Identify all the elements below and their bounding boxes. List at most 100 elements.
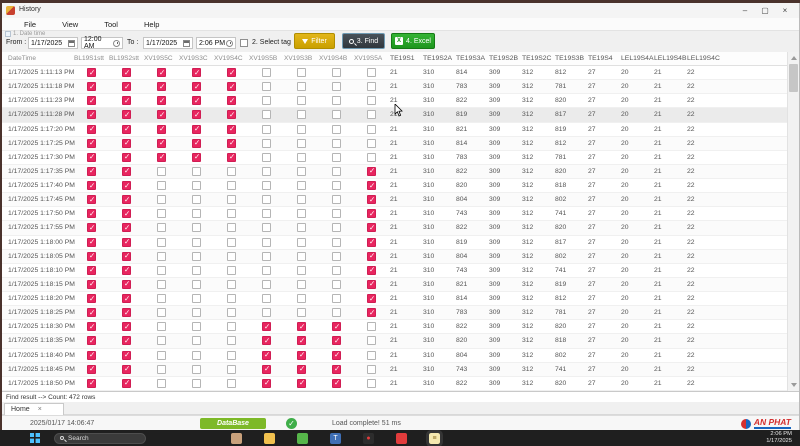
column-header-xv19s5a[interactable]: XV19S5A <box>354 55 389 62</box>
table-row[interactable]: 1/17/2025 1:17:40 PM21310820309312818272… <box>2 179 787 193</box>
cell-checkbox[interactable] <box>297 68 306 77</box>
cell-checkbox[interactable] <box>122 110 131 119</box>
cell-checkbox[interactable] <box>262 209 271 218</box>
to-time-field[interactable]: 2:06 PM <box>196 37 236 49</box>
tia-portal-icon[interactable]: T <box>330 433 341 444</box>
cell-checkbox[interactable] <box>192 252 201 261</box>
cell-checkbox[interactable] <box>332 82 341 91</box>
cell-checkbox[interactable] <box>122 181 131 190</box>
cell-checkbox[interactable] <box>262 336 271 345</box>
cell-checkbox[interactable] <box>157 308 166 317</box>
cell-checkbox[interactable] <box>157 252 166 261</box>
cell-checkbox[interactable] <box>87 266 96 275</box>
cell-checkbox[interactable] <box>262 308 271 317</box>
cell-checkbox[interactable] <box>87 96 96 105</box>
cell-checkbox[interactable] <box>332 68 341 77</box>
cell-checkbox[interactable] <box>122 336 131 345</box>
cell-checkbox[interactable] <box>87 125 96 134</box>
column-header-xv19s3c[interactable]: XV19S3C <box>179 55 214 62</box>
cell-checkbox[interactable] <box>332 209 341 218</box>
cell-checkbox[interactable] <box>227 82 236 91</box>
table-row[interactable]: 1/17/2025 1:18:30 PM21310822309312820272… <box>2 320 787 334</box>
menu-item-view[interactable]: View <box>49 20 91 29</box>
cell-checkbox[interactable] <box>122 280 131 289</box>
cell-checkbox[interactable] <box>332 139 341 148</box>
cell-checkbox[interactable] <box>192 110 201 119</box>
date-time-group-checkbox[interactable] <box>5 31 11 37</box>
cell-checkbox[interactable] <box>87 110 96 119</box>
cell-checkbox[interactable] <box>297 238 306 247</box>
tab-close-icon[interactable]: × <box>38 406 42 413</box>
column-header-xv19s3b[interactable]: XV19S3B <box>284 55 319 62</box>
cell-checkbox[interactable] <box>262 322 271 331</box>
user-icon[interactable] <box>231 433 242 444</box>
select-tag-checkbox[interactable] <box>240 39 248 47</box>
column-header-lel19s4a[interactable]: LEL19S4A <box>620 55 653 62</box>
menu-item-file[interactable]: File <box>2 20 49 29</box>
cell-checkbox[interactable] <box>262 153 271 162</box>
column-header-bl19s1stt[interactable]: BL19S1stt <box>74 55 109 62</box>
column-header-te19s3b[interactable]: TE19S3B <box>554 55 587 62</box>
column-header-datetime[interactable]: DateTime <box>2 55 74 62</box>
cell-checkbox[interactable] <box>297 209 306 218</box>
cell-checkbox[interactable] <box>87 68 96 77</box>
table-row[interactable]: 1/17/2025 1:11:18 PM21310783309312781272… <box>2 80 787 94</box>
cell-checkbox[interactable] <box>262 125 271 134</box>
cell-checkbox[interactable] <box>297 336 306 345</box>
cell-checkbox[interactable] <box>122 195 131 204</box>
cell-checkbox[interactable] <box>332 110 341 119</box>
cell-checkbox[interactable] <box>297 195 306 204</box>
cell-checkbox[interactable] <box>262 139 271 148</box>
column-header-xv19s5b[interactable]: XV19S5B <box>249 55 284 62</box>
cell-checkbox[interactable] <box>332 238 341 247</box>
cell-checkbox[interactable] <box>122 167 131 176</box>
table-row[interactable]: 1/17/2025 1:18:15 PM21310821309312819272… <box>2 278 787 292</box>
cell-checkbox[interactable] <box>367 96 376 105</box>
cell-checkbox[interactable] <box>262 238 271 247</box>
cell-checkbox[interactable] <box>332 266 341 275</box>
cell-checkbox[interactable] <box>87 209 96 218</box>
cell-checkbox[interactable] <box>262 294 271 303</box>
cell-checkbox[interactable] <box>297 96 306 105</box>
notepad-icon[interactable]: ≡ <box>429 433 440 444</box>
cell-checkbox[interactable] <box>192 365 201 374</box>
cell-checkbox[interactable] <box>122 379 131 388</box>
cell-checkbox[interactable] <box>122 153 131 162</box>
cell-checkbox[interactable] <box>297 365 306 374</box>
cell-checkbox[interactable] <box>192 280 201 289</box>
cell-checkbox[interactable] <box>297 379 306 388</box>
column-header-te19s1[interactable]: TE19S1 <box>389 55 422 62</box>
cell-checkbox[interactable] <box>122 322 131 331</box>
cell-checkbox[interactable] <box>262 266 271 275</box>
cell-checkbox[interactable] <box>87 223 96 232</box>
cell-checkbox[interactable] <box>367 82 376 91</box>
cell-checkbox[interactable] <box>192 351 201 360</box>
column-header-xv19s4c[interactable]: XV19S4C <box>214 55 249 62</box>
column-header-lel19s4c[interactable]: LEL19S4C <box>686 55 719 62</box>
cell-checkbox[interactable] <box>227 139 236 148</box>
cell-checkbox[interactable] <box>227 266 236 275</box>
cell-checkbox[interactable] <box>157 167 166 176</box>
taskbar-search[interactable]: Search <box>54 433 146 444</box>
cell-checkbox[interactable] <box>367 68 376 77</box>
cell-checkbox[interactable] <box>157 351 166 360</box>
cell-checkbox[interactable] <box>297 322 306 331</box>
cell-checkbox[interactable] <box>87 195 96 204</box>
table-row[interactable]: 1/17/2025 1:18:50 PM21310822309312820272… <box>2 377 787 391</box>
cell-checkbox[interactable] <box>87 365 96 374</box>
cell-checkbox[interactable] <box>332 379 341 388</box>
cell-checkbox[interactable] <box>367 379 376 388</box>
cell-checkbox[interactable] <box>332 195 341 204</box>
cell-checkbox[interactable] <box>227 280 236 289</box>
cell-checkbox[interactable] <box>192 308 201 317</box>
cell-checkbox[interactable] <box>367 139 376 148</box>
menu-item-tool[interactable]: Tool <box>91 20 131 29</box>
find-button[interactable]: 3. Find <box>342 33 385 49</box>
cell-checkbox[interactable] <box>157 110 166 119</box>
cell-checkbox[interactable] <box>332 365 341 374</box>
cell-checkbox[interactable] <box>122 238 131 247</box>
filter-button[interactable]: Filter <box>294 33 335 49</box>
cell-checkbox[interactable] <box>262 379 271 388</box>
cell-checkbox[interactable] <box>367 351 376 360</box>
cell-checkbox[interactable] <box>227 181 236 190</box>
